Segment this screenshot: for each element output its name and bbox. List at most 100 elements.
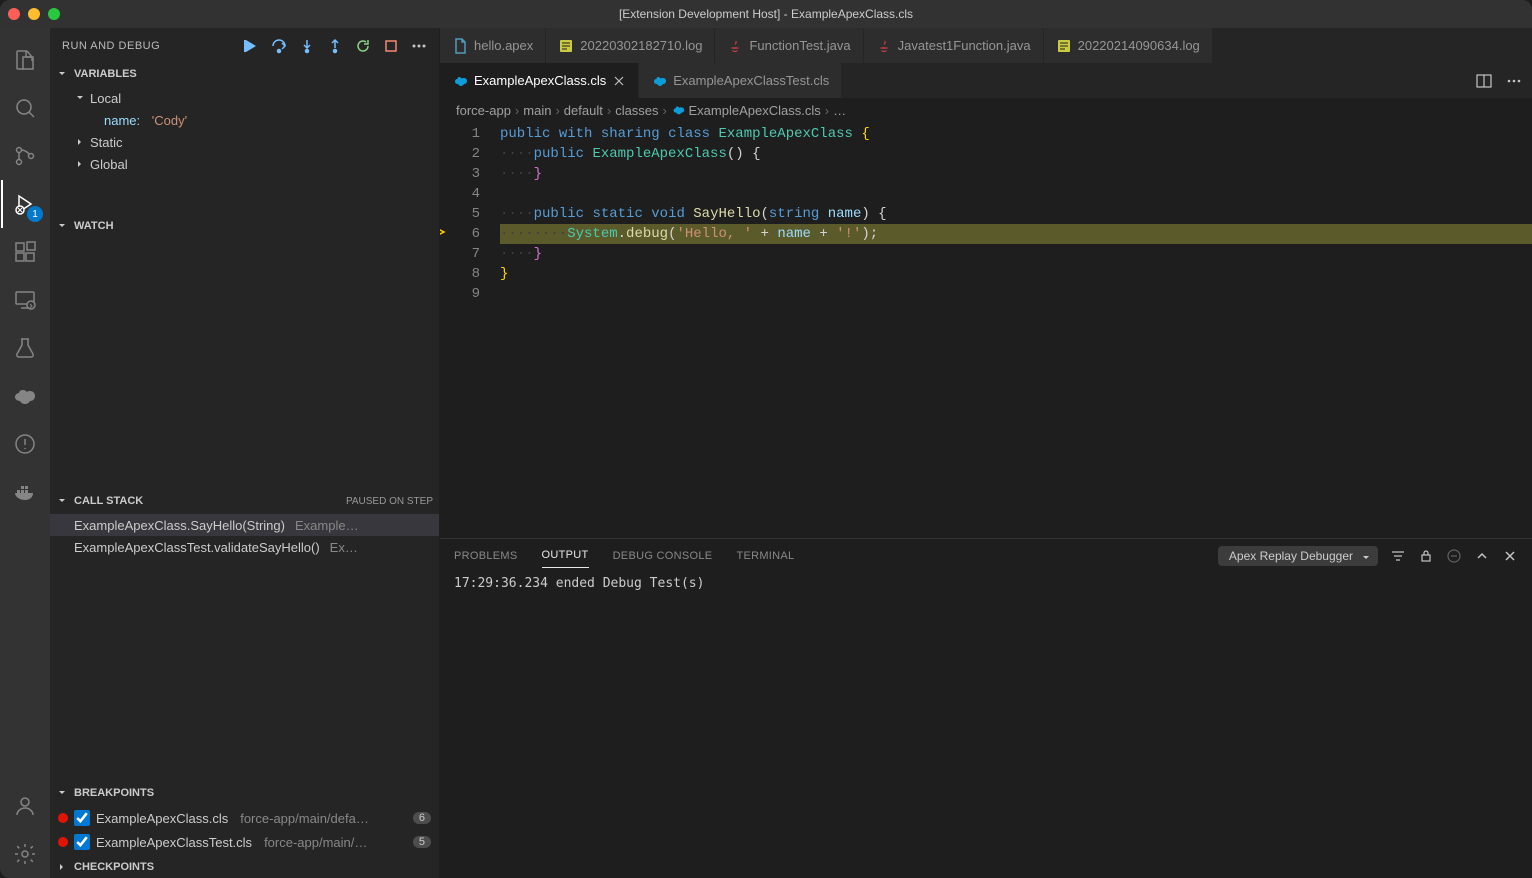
callstack-status: PAUSED ON STEP [346,496,433,507]
line-number[interactable]: 9 [440,284,480,304]
panel-tab[interactable]: OUTPUT [542,543,589,568]
breadcrumb-segment[interactable]: force-app [456,103,511,118]
chevron-right-icon [74,158,86,170]
window-minimize-button[interactable] [28,8,40,20]
panel-tab[interactable]: DEBUG CONSOLE [613,544,713,568]
panel-tab[interactable]: PROBLEMS [454,544,518,568]
breakpoint-row[interactable]: ExampleApexClass.cls force-app/main/defa… [50,806,439,830]
watch-section-header[interactable]: WATCH [50,215,439,237]
clear-icon[interactable] [1446,548,1462,564]
line-number[interactable]: 2 [440,144,480,164]
filter-icon[interactable] [1390,548,1406,564]
callstack-frame[interactable]: ExampleApexClass.SayHello(String)Example… [50,514,439,536]
chevron-right-icon [56,861,70,873]
callstack-frame[interactable]: ExampleApexClassTest.validateSayHello()E… [50,536,439,558]
window-maximize-button[interactable] [48,8,60,20]
checkpoints-section-header[interactable]: CHECKPOINTS [50,856,439,878]
docker-icon[interactable] [1,468,49,516]
continue-button[interactable] [243,38,259,54]
chevron-down-icon [56,495,70,507]
more-button[interactable] [411,38,427,54]
explorer-icon[interactable] [1,36,49,84]
editor-tab[interactable]: hello.apex [440,28,546,63]
bottom-panel: PROBLEMS OUTPUT DEBUG CONSOLE TERMINAL Apex… [440,538,1532,878]
variable-scope-static[interactable]: Static [50,131,439,153]
editor-tab[interactable]: ExampleApexClassTest.cls [639,63,842,98]
line-number[interactable]: 3 [440,164,480,184]
breadcrumb[interactable]: force-app › main › default › classes › E… [440,98,1532,122]
editor-tab[interactable]: Javatest1Function.java [864,28,1044,63]
output-content[interactable]: 17:29:36.234 ended Debug Test(s) [440,572,1532,878]
line-number[interactable]: 7 [440,244,480,264]
code-line[interactable] [500,184,1532,204]
code-line[interactable]: } [500,264,1532,284]
editor-tabs-row-2: ExampleApexClass.clsExampleApexClassTest… [440,63,1532,98]
step-into-button[interactable] [299,38,315,54]
source-control-icon[interactable] [1,132,49,180]
step-over-button[interactable] [271,38,287,54]
testing-icon[interactable] [1,324,49,372]
breakpoints-section-header[interactable]: BREAKPOINTS [50,782,439,804]
more-actions-icon[interactable] [1506,73,1522,89]
variable-scope-global[interactable]: Global [50,153,439,175]
search-icon[interactable] [1,84,49,132]
chevron-down-icon [56,787,70,799]
close-icon[interactable] [612,74,626,88]
callstack-section-header[interactable]: CALL STACK PAUSED ON STEP [50,490,439,512]
sidebar-title: RUN AND DEBUG [62,40,160,52]
breakpoint-checkbox[interactable] [74,810,90,826]
editor-tab[interactable]: FunctionTest.java [715,28,863,63]
breadcrumb-segment[interactable]: … [833,103,846,118]
close-panel-icon[interactable] [1502,548,1518,564]
editor-tab[interactable]: 20220214090634.log [1044,28,1213,63]
salesforce-icon[interactable] [1,372,49,420]
code-line[interactable] [500,284,1532,304]
breakpoint-dot-icon [58,813,68,823]
issues-icon[interactable] [1,420,49,468]
remote-icon[interactable] [1,276,49,324]
code-line[interactable]: ····public static void SayHello(string n… [500,204,1532,224]
line-number[interactable]: 5 [440,204,480,224]
split-editor-icon[interactable] [1476,73,1492,89]
code-line[interactable]: public with sharing class ExampleApexCla… [500,124,1532,144]
line-number[interactable]: 6 [440,224,480,244]
editor-area: hello.apex20220302182710.logFunctionTest… [440,28,1532,878]
breakpoint-count-badge: 6 [413,812,431,824]
editor-tabs-row-1: hello.apex20220302182710.logFunctionTest… [440,28,1532,63]
restart-button[interactable] [355,38,371,54]
lock-icon[interactable] [1418,548,1434,564]
breadcrumb-segment[interactable]: classes [615,103,658,118]
stop-button[interactable] [383,38,399,54]
window-title: [Extension Development Host] - ExampleAp… [619,7,913,21]
extensions-icon[interactable] [1,228,49,276]
breakpoint-row[interactable]: ExampleApexClassTest.cls force-app/main/… [50,830,439,854]
chevron-down-icon [56,68,70,80]
chevron-up-icon[interactable] [1474,548,1490,564]
code-line[interactable]: ····public ExampleApexClass() { [500,144,1532,164]
variables-section-header[interactable]: VARIABLES [50,63,439,85]
output-channel-selector[interactable]: Apex Replay Debugger [1218,546,1378,566]
breakpoint-dot-icon [58,837,68,847]
titlebar: [Extension Development Host] - ExampleAp… [0,0,1532,28]
variable-scope-local[interactable]: Local [50,87,439,109]
step-out-button[interactable] [327,38,343,54]
code-editor[interactable]: 123456789 public with sharing class Exam… [440,122,1532,538]
panel-tab[interactable]: TERMINAL [736,544,794,568]
code-line[interactable]: ········System.debug('Hello, ' + name + … [500,224,1532,244]
breakpoint-checkbox[interactable] [74,834,90,850]
line-number[interactable]: 1 [440,124,480,144]
line-number[interactable]: 8 [440,264,480,284]
variable-row[interactable]: name: 'Cody' [50,109,439,131]
settings-icon[interactable] [1,830,49,878]
accounts-icon[interactable] [1,782,49,830]
breadcrumb-segment[interactable]: default [564,103,603,118]
breadcrumb-segment[interactable]: ExampleApexClass.cls [671,103,821,118]
editor-tab[interactable]: 20220302182710.log [546,28,715,63]
line-number[interactable]: 4 [440,184,480,204]
code-line[interactable]: ····} [500,244,1532,264]
editor-tab[interactable]: ExampleApexClass.cls [440,63,639,98]
code-line[interactable]: ····} [500,164,1532,184]
run-debug-icon[interactable]: 1 [1,180,49,228]
breadcrumb-segment[interactable]: main [523,103,551,118]
window-close-button[interactable] [8,8,20,20]
